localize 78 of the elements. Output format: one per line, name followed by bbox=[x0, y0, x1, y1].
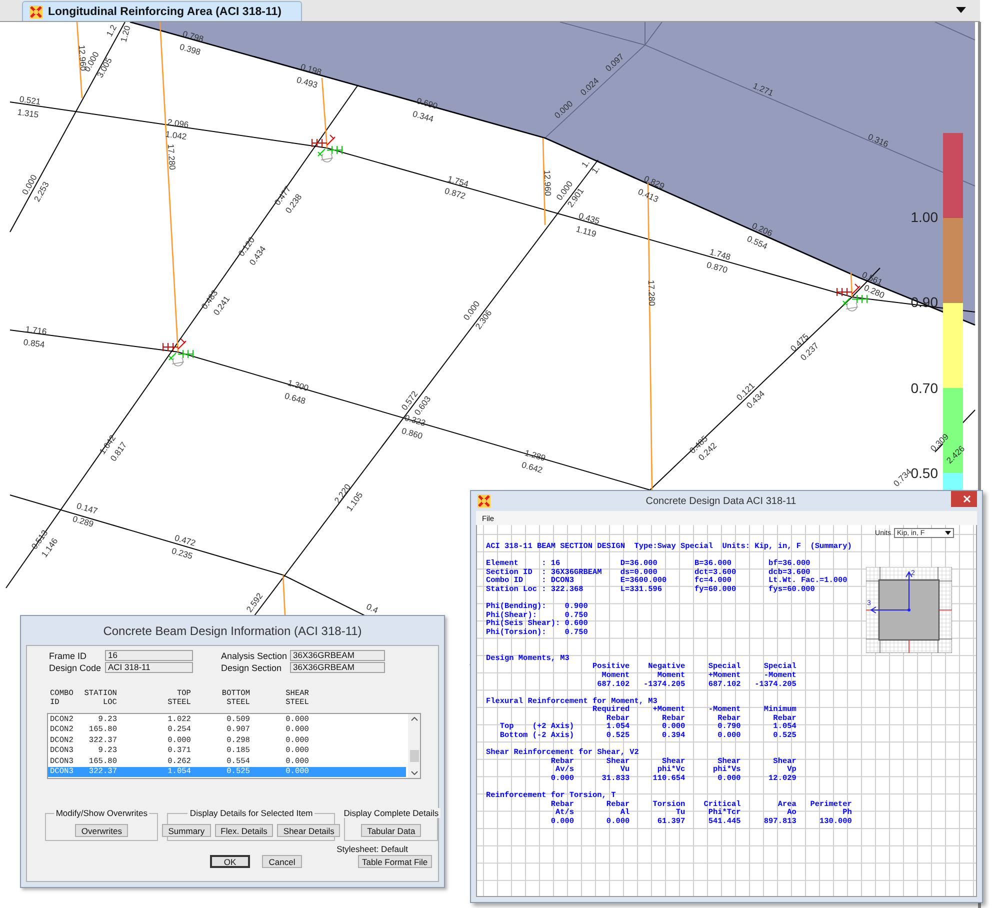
slab-strip-line bbox=[934, 22, 976, 40]
member-value: 1.2 bbox=[104, 23, 119, 38]
member-value: 1. bbox=[579, 158, 592, 170]
member-value: 1.271 bbox=[752, 80, 776, 98]
strip-line bbox=[282, 574, 286, 616]
member-value: 0.798 bbox=[182, 28, 205, 44]
text-field[interactable]: 36X36GRBEAM bbox=[290, 662, 385, 673]
dialog-button[interactable]: Flex. Details bbox=[214, 824, 274, 837]
legend-tick-label: 0.70 bbox=[910, 380, 938, 396]
member-value: 1.20 bbox=[118, 24, 132, 44]
stylesheet-label: Stylesheet: Default bbox=[336, 844, 408, 854]
strip-line bbox=[321, 78, 328, 148]
member-value: 2.096 bbox=[166, 116, 190, 130]
member-value: 0.860 bbox=[400, 426, 424, 442]
dialog-button[interactable]: OK bbox=[210, 855, 250, 868]
group-title: Display Details for Selected Item bbox=[188, 808, 315, 818]
scrollbar[interactable] bbox=[408, 714, 420, 778]
member-value: 1. bbox=[589, 164, 602, 176]
group-title: Modify/Show Overwrites bbox=[54, 808, 150, 818]
dialog-button[interactable]: Table Format File bbox=[358, 855, 432, 868]
member-value: 0.206 bbox=[750, 220, 774, 238]
chevron-up-icon bbox=[410, 717, 418, 721]
text-field[interactable]: 16 bbox=[105, 650, 193, 661]
dialog-button[interactable]: Shear Details bbox=[277, 824, 340, 837]
member-value: 17.280 bbox=[646, 280, 658, 306]
close-button[interactable] bbox=[951, 491, 977, 507]
app-logo-icon bbox=[29, 4, 43, 18]
member-value: 0.521 bbox=[18, 94, 42, 107]
member-value: 0.289 bbox=[72, 514, 95, 530]
member-value: 1.119 bbox=[574, 224, 598, 239]
member-value: 0.870 bbox=[706, 260, 729, 276]
member-value: 0.435 bbox=[578, 210, 601, 226]
group-title: Display Complete Details bbox=[342, 808, 441, 818]
dialog-button[interactable]: Summary bbox=[162, 824, 211, 837]
field-label: Design Section bbox=[220, 662, 283, 672]
app-logo-icon bbox=[477, 494, 491, 508]
close-icon bbox=[963, 495, 971, 503]
member-value: 0.690 bbox=[416, 96, 439, 112]
field-label: Design Code bbox=[48, 662, 102, 672]
legend-tick-label: 1.00 bbox=[910, 209, 938, 225]
member-value: 0.829 bbox=[642, 173, 666, 192]
strip-line bbox=[850, 272, 853, 298]
dropdown-arrow-icon[interactable] bbox=[956, 7, 966, 13]
chevron-down-icon bbox=[410, 771, 418, 775]
member-value: 0.472 bbox=[174, 532, 197, 548]
dialog-button[interactable]: Cancel bbox=[262, 855, 302, 868]
member-value: 0.235 bbox=[170, 546, 194, 562]
member-value: 0.648 bbox=[284, 390, 307, 406]
member-value: 0.316 bbox=[866, 132, 890, 150]
field-label: Analysis Section bbox=[220, 650, 288, 660]
text-field[interactable]: ACI 318-11 bbox=[105, 662, 193, 673]
member-value: 1.300 bbox=[286, 378, 310, 394]
field-label: Frame ID bbox=[48, 650, 88, 660]
member-value: 0.000 bbox=[20, 172, 39, 196]
member-value: 1.042 bbox=[164, 128, 188, 142]
member-value: 17.280 bbox=[166, 144, 178, 170]
member-value: 12.960 bbox=[542, 170, 554, 196]
member-value: 0.493 bbox=[296, 74, 319, 90]
legend-tick-label: 0.50 bbox=[910, 465, 938, 481]
member-value: 1.716 bbox=[24, 324, 48, 337]
view-tab[interactable]: Longitudinal Reinforcing Area (ACI 318-11) bbox=[22, 1, 302, 21]
dialog-title: Concrete Beam Design Information (ACI 318-11) bbox=[102, 622, 363, 640]
dialog-title: Concrete Design Data ACI 318-11 bbox=[644, 496, 798, 506]
support-symbol-icon bbox=[162, 338, 194, 366]
dialog-button[interactable]: Overwrites bbox=[75, 824, 128, 837]
member-value: 0.344 bbox=[412, 108, 435, 124]
member-value: 0.398 bbox=[178, 42, 202, 58]
dropdown-arrow-icon bbox=[945, 531, 951, 535]
member-value: 1.748 bbox=[708, 246, 732, 262]
support-symbol-icon bbox=[312, 134, 342, 162]
member-value: 1.315 bbox=[16, 106, 40, 120]
dialog-button[interactable]: Tabular Data bbox=[361, 824, 422, 837]
member-value: 0.854 bbox=[22, 337, 46, 350]
member-value: 0.147 bbox=[76, 500, 99, 516]
member-value: 0.198 bbox=[300, 62, 323, 78]
member-value: 0.4 bbox=[364, 601, 380, 616]
text-field[interactable]: 36X36GRBEAM bbox=[290, 650, 385, 661]
scrollbar-thumb[interactable] bbox=[410, 750, 418, 762]
